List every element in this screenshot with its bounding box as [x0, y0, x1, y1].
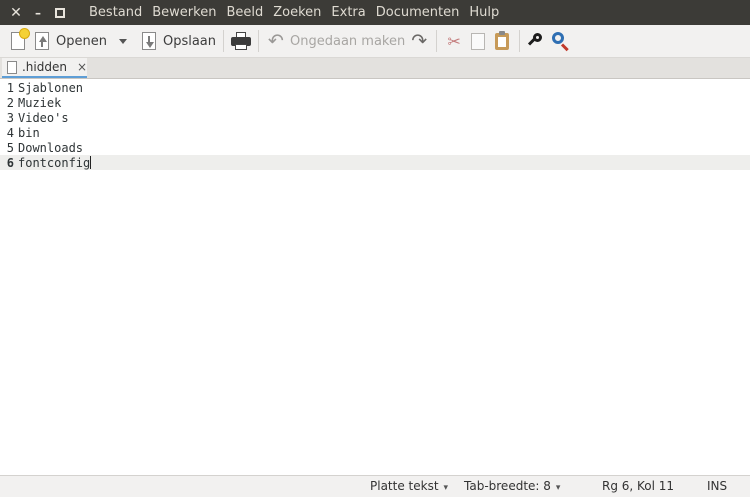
- menu-bar: ✕ – Bestand Bewerken Beeld Zoeken Extra …: [0, 0, 750, 25]
- menu-beeld[interactable]: Beeld: [222, 5, 267, 20]
- replace-button[interactable]: [549, 28, 573, 54]
- line-text: Muziek: [18, 95, 62, 110]
- toolbar-separator: [223, 30, 225, 52]
- undo-icon: ↶: [268, 29, 284, 52]
- undo-button[interactable]: ↶ Ongedaan maken: [264, 28, 407, 54]
- printer-icon: [231, 31, 252, 51]
- editor-line-current: 6 fontconfig: [0, 155, 750, 170]
- editor-line: 3 Video's: [0, 110, 750, 125]
- tab-hidden[interactable]: .hidden ×: [2, 58, 87, 78]
- chevron-down-icon: ▾: [555, 483, 561, 493]
- open-recent-dropdown[interactable]: [109, 28, 129, 54]
- toolbar-separator: [519, 30, 521, 52]
- line-number: 5: [6, 140, 14, 155]
- tab-width-label: Tab-breedte: 8: [464, 479, 551, 493]
- toolbar: Openen Opslaan ↶ Ongedaan maken ↷ ✂: [0, 25, 750, 58]
- editor-line: 4 bin: [0, 125, 750, 140]
- line-number: 2: [6, 95, 14, 110]
- tab-title: .hidden: [21, 60, 67, 74]
- search-replace-icon: [551, 31, 571, 52]
- open-label: Openen: [56, 33, 107, 49]
- copy-button[interactable]: [466, 28, 490, 54]
- line-text: fontconfig: [18, 155, 91, 170]
- menu-extra[interactable]: Extra: [327, 5, 369, 20]
- menu-list: Bestand Bewerken Beeld Zoeken Extra Docu…: [85, 5, 505, 20]
- open-icon: [32, 31, 52, 51]
- line-number: 6: [6, 155, 14, 170]
- language-label: Platte tekst: [370, 479, 439, 493]
- clipboard-icon: [492, 30, 512, 51]
- tab-width-selector[interactable]: Tab-breedte: 8 ▾: [464, 479, 560, 493]
- line-number: 4: [6, 125, 14, 140]
- print-button[interactable]: [229, 28, 253, 54]
- menu-documenten[interactable]: Documenten: [372, 5, 464, 20]
- close-tab-button[interactable]: ×: [77, 60, 87, 74]
- maximize-icon: [55, 7, 65, 18]
- save-label: Opslaan: [162, 33, 217, 49]
- menu-bestand[interactable]: Bestand: [85, 5, 146, 20]
- line-number: 3: [6, 110, 14, 125]
- chevron-down-icon: ▾: [443, 483, 449, 493]
- open-button[interactable]: Openen: [30, 28, 109, 54]
- copy-icon: [468, 29, 488, 51]
- maximize-window-button[interactable]: [49, 0, 71, 25]
- redo-button[interactable]: ↷: [407, 28, 431, 54]
- new-document-icon: [8, 29, 29, 51]
- status-bar: Platte tekst ▾ Tab-breedte: 8 ▾ Rg 6, Kol …: [0, 475, 750, 497]
- line-text: bin: [18, 125, 40, 140]
- new-document-button[interactable]: [6, 28, 30, 54]
- toolbar-separator: [258, 30, 260, 52]
- cut-button[interactable]: ✂: [442, 28, 466, 54]
- search-button[interactable]: [525, 28, 549, 54]
- text-cursor: [90, 156, 92, 169]
- save-icon: [139, 31, 159, 51]
- menu-bewerken[interactable]: Bewerken: [148, 5, 220, 20]
- line-text: Downloads: [18, 140, 84, 155]
- undo-label: Ongedaan maken: [290, 33, 406, 49]
- menu-zoeken[interactable]: Zoeken: [269, 5, 325, 20]
- cursor-position: Rg 6, Kol 11: [602, 479, 675, 493]
- minimize-window-button[interactable]: –: [27, 0, 49, 25]
- chevron-down-icon: [118, 38, 127, 44]
- line-number: 1: [6, 80, 14, 95]
- menu-hulp[interactable]: Hulp: [465, 5, 503, 20]
- line-text: Sjablonen: [18, 80, 84, 95]
- tab-bar: .hidden ×: [0, 58, 750, 79]
- search-icon: [527, 31, 547, 51]
- toolbar-separator: [436, 30, 438, 52]
- line-text: Video's: [18, 110, 69, 125]
- close-window-button[interactable]: ✕: [5, 0, 27, 25]
- insert-mode-indicator[interactable]: INS: [707, 479, 727, 493]
- editor-line: 2 Muziek: [0, 95, 750, 110]
- text-editor[interactable]: 1 Sjablonen 2 Muziek 3 Video's 4 bin 5 D…: [0, 79, 750, 475]
- language-selector[interactable]: Platte tekst ▾: [370, 479, 448, 493]
- redo-icon: ↷: [411, 29, 428, 52]
- scissors-icon: ✂: [447, 31, 461, 51]
- editor-line: 1 Sjablonen: [0, 80, 750, 95]
- editor-line: 5 Downloads: [0, 140, 750, 155]
- paste-button[interactable]: [490, 28, 514, 54]
- document-icon: [7, 60, 17, 74]
- save-button[interactable]: Opslaan: [137, 28, 218, 54]
